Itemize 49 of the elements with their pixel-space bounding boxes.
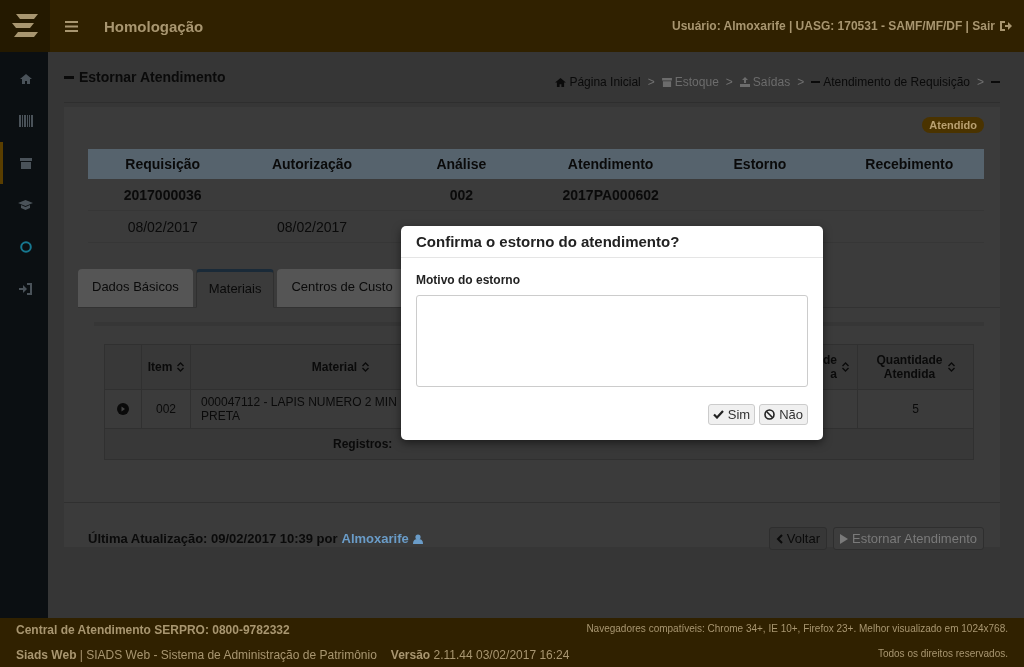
minus-icon	[64, 75, 74, 79]
archive-icon	[19, 157, 32, 169]
support-text: Central de Atendimento SERPRO: 0800-9782332	[16, 623, 290, 638]
sort-icon	[842, 362, 849, 372]
upload-icon	[739, 77, 750, 87]
chevron-left-icon	[775, 533, 783, 544]
sort-icon	[947, 362, 955, 372]
user-icon	[412, 533, 423, 544]
browser-notice: Navegadores compatíveis: Chrome 34+, IE 10+, Firefox 23+. Melhor visualizado em 1024x768.	[586, 623, 1008, 637]
system-name: Siads Web | SIADS Web - Sistema de Administração de Patrimônio	[16, 647, 377, 662]
home-icon	[19, 74, 32, 84]
column-header: Atendimento	[566, 156, 655, 172]
reason-field[interactable]	[416, 295, 808, 387]
breadcrumb-separator: >	[797, 75, 805, 89]
user-link[interactable]: Almoxarife	[341, 531, 409, 546]
column-header: Autorização	[270, 156, 354, 172]
expand-icon[interactable]	[117, 403, 129, 415]
archive-icon	[661, 77, 672, 87]
dialog-button[interactable]: Não	[759, 404, 808, 425]
breadcrumb-separator: >	[647, 75, 655, 89]
breadcrumb-separator: >	[725, 75, 733, 89]
minus-icon	[991, 81, 1000, 83]
field-label: Motivo do estorno	[416, 273, 521, 287]
user-info: Usuário: Almoxarife | UASG: 170531 - SAMF/MF/DF | Sair	[672, 19, 995, 33]
column-header: Análise	[435, 156, 488, 172]
logout-icon[interactable]	[999, 20, 1012, 32]
play-icon	[839, 533, 848, 544]
sign-in-icon	[18, 283, 33, 295]
status-badge: Atendido	[922, 117, 984, 133]
home-icon	[555, 77, 567, 87]
rights-text: Todos os direitos reservados.	[877, 647, 1008, 661]
sort-icon	[362, 362, 370, 372]
barcode-icon	[18, 115, 33, 127]
circle-icon	[19, 241, 32, 253]
column-header: Recebimento	[864, 156, 955, 172]
sort-icon	[177, 362, 185, 372]
minus-icon	[811, 81, 821, 83]
version-text: Versão 2.11.44 03/02/2017 16:24	[390, 647, 570, 662]
menu-icon[interactable]	[65, 20, 78, 32]
check-icon	[712, 410, 724, 419]
dialog-title: Confirma o estorno do atendimento?	[401, 226, 823, 258]
breadcrumb-separator: >	[977, 75, 984, 89]
dialog-button[interactable]: Sim	[707, 404, 756, 425]
column-header: Requisição	[124, 156, 201, 172]
environment-title: Homologação	[104, 17, 204, 35]
column-header: Estorno	[732, 156, 788, 172]
ban-icon	[764, 409, 776, 420]
tab[interactable]: Dados Básicos	[78, 269, 193, 307]
graduation-cap-icon	[18, 200, 33, 210]
